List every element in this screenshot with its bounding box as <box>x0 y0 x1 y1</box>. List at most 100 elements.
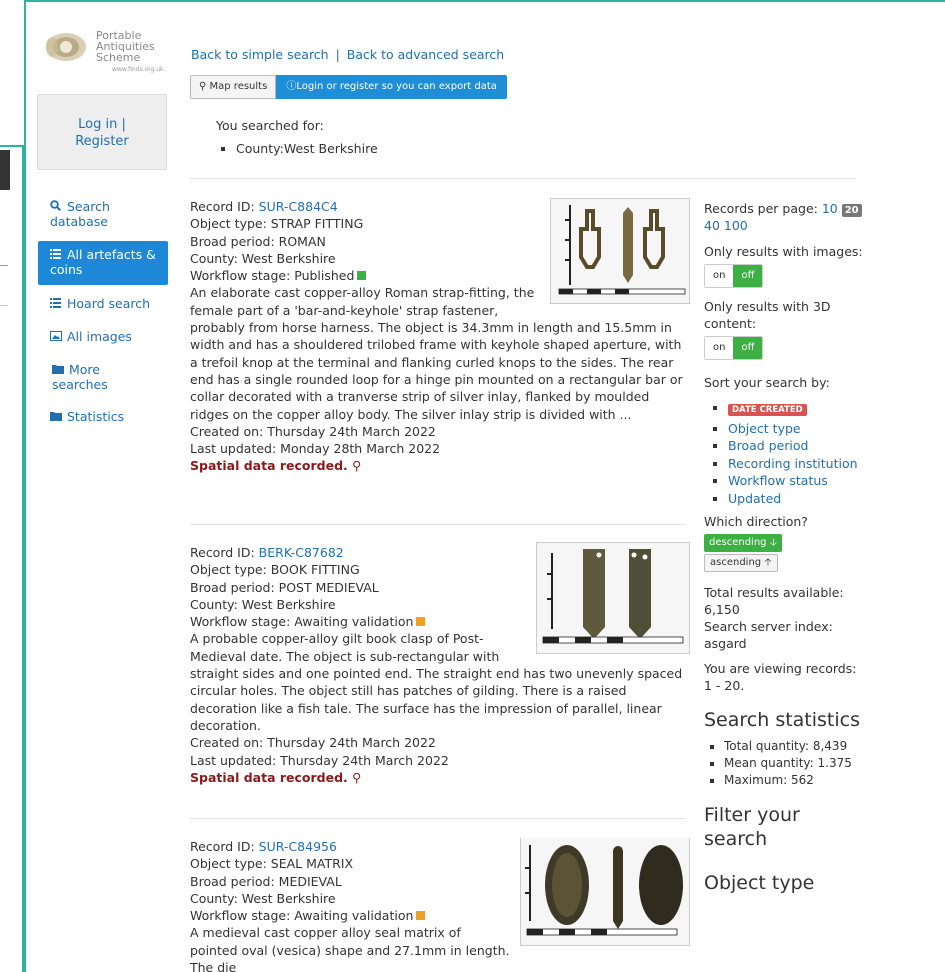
sort-option[interactable]: Broad period <box>728 438 808 453</box>
list-icon <box>50 298 63 312</box>
pas-logo[interactable]: Portable Antiquities Scheme www.finds.or… <box>40 30 166 74</box>
login-box: Log in | Register <box>37 94 167 170</box>
sidebar-item-label: All images <box>67 329 132 344</box>
divider <box>0 265 8 266</box>
folder-icon <box>50 411 63 425</box>
awaiting-validation-flag-icon <box>416 617 426 627</box>
sort-option-active[interactable]: DATE CREATED <box>728 404 807 416</box>
image-icon <box>50 331 63 345</box>
result-record: Record ID: BERK-C87682 Object type: BOOK… <box>190 542 690 786</box>
info-icon: ⓘ <box>286 81 297 92</box>
record-thumbnail-image[interactable] <box>536 542 690 654</box>
logo-text: Portable Antiquities Scheme <box>96 30 155 63</box>
record-id-label: Record ID: <box>190 199 255 214</box>
viewing-records-value: 1 - 20. <box>704 678 745 693</box>
direction-label: Which direction? <box>704 514 808 529</box>
only-3d-label: Only results with 3D content: <box>704 299 831 331</box>
descending-button[interactable]: descending 🡣 <box>704 534 782 552</box>
search-statistics-heading: Search statistics <box>704 709 861 731</box>
map-results-button[interactable]: ⚲ Map results <box>190 75 277 99</box>
published-flag-icon <box>357 271 367 281</box>
record-id-link[interactable]: SUR-C84956 <box>259 839 337 854</box>
sort-option[interactable]: Updated <box>728 491 781 506</box>
record-created-date: Created on: Thursday 24th March 2022 <box>190 735 436 751</box>
search-icon <box>50 200 63 215</box>
per-page-option[interactable]: 100 <box>724 218 748 233</box>
sort-option[interactable]: Recording institution <box>728 456 858 471</box>
arrow-up-icon: 🡡 <box>764 557 772 568</box>
object-type-filter-heading: Object type <box>704 872 815 894</box>
toggle-off[interactable]: off <box>733 337 763 359</box>
awaiting-validation-flag-icon <box>416 911 426 921</box>
result-record: Record ID: SUR-C884C4 Object type: STRAP… <box>190 198 690 475</box>
records-per-page: Records per page: 10 20 40 100 <box>704 200 864 234</box>
record-workflow-stage: Workflow stage: Published <box>190 268 355 284</box>
breadcrumb: Back to simple search | Back to advanced… <box>191 47 504 62</box>
map-marker-icon: ⚲ <box>352 458 362 474</box>
sidebar-item-all-images[interactable]: All images <box>38 324 168 351</box>
sidebar-item-search-database[interactable]: Search database <box>38 196 168 235</box>
record-thumbnail-image[interactable] <box>520 838 690 946</box>
record-id-link[interactable]: BERK-C87682 <box>259 545 344 560</box>
total-results-value: 6,150 <box>704 602 740 617</box>
logo-mark-icon <box>46 33 86 61</box>
sidebar-item-statistics[interactable]: Statistics <box>38 404 168 431</box>
record-updated-date: Last updated: Thursday 24th March 2022 <box>190 752 449 768</box>
search-summary-title: You searched for: <box>216 118 324 133</box>
export-login-label: Login or register so you can export data <box>296 81 497 92</box>
records-per-page-label: Records per page: <box>704 201 818 216</box>
result-record: Record ID: SUR-C84956 Object type: SEAL … <box>190 838 690 972</box>
sidebar-item-label: Hoard search <box>67 296 151 311</box>
sidebar-item-all-artefacts[interactable]: All artefacts & coins <box>38 241 168 285</box>
background-window-fragment <box>0 150 10 190</box>
search-index-label: Search server index: <box>704 619 833 634</box>
stat-item: Maximum: 562 <box>724 772 864 789</box>
login-link[interactable]: Log in <box>78 117 117 132</box>
result-actions: ⚲ Map results ⓘLogin or register so you … <box>190 75 507 99</box>
divider <box>190 818 686 819</box>
statistics-list: Total quantity: 8,439 Mean quantity: 1.3… <box>704 738 864 789</box>
sidebar-item-label: Statistics <box>67 409 125 424</box>
search-index-value: asgard <box>704 636 747 651</box>
record-workflow-stage: Workflow stage: Awaiting validation <box>190 908 414 924</box>
back-advanced-search-link[interactable]: Back to advanced search <box>347 47 504 62</box>
record-id-label: Record ID: <box>190 839 255 854</box>
record-updated-date: Last updated: Monday 28th March 2022 <box>190 441 441 457</box>
sidebar-item-more-searches[interactable]: More searches <box>38 357 168 398</box>
only-images-label: Only results with images: <box>704 244 863 259</box>
sort-option[interactable]: Object type <box>728 421 801 436</box>
only-3d-toggle[interactable]: on off <box>704 336 764 360</box>
toggle-off[interactable]: off <box>733 265 763 287</box>
stat-item: Total quantity: 8,439 <box>724 738 864 755</box>
total-results-label: Total results available: <box>704 585 844 600</box>
divider <box>0 305 8 306</box>
record-workflow-stage: Workflow stage: Awaiting validation <box>190 614 414 630</box>
back-simple-search-link[interactable]: Back to simple search <box>191 47 329 62</box>
ascending-label: ascending <box>710 557 762 568</box>
record-id-label: Record ID: <box>190 545 255 560</box>
record-thumbnail-image[interactable] <box>550 198 690 304</box>
per-page-current: 20 <box>841 204 862 217</box>
toggle-on[interactable]: on <box>705 337 733 359</box>
logo-line: Scheme <box>96 51 141 64</box>
per-page-option[interactable]: 10 <box>822 201 838 216</box>
search-summary: You searched for: County:West Berkshire <box>216 118 378 156</box>
only-images-toggle[interactable]: on off <box>704 264 764 288</box>
register-link[interactable]: Register <box>75 134 129 149</box>
record-id-link[interactable]: SUR-C884C4 <box>259 199 338 214</box>
arrow-down-icon: 🡣 <box>769 537 777 548</box>
per-page-option[interactable]: 40 <box>704 218 720 233</box>
logo-url: www.finds.org.uk <box>112 66 164 73</box>
results-sidebar: Records per page: 10 20 40 100 Only resu… <box>704 200 864 895</box>
sort-option[interactable]: Workflow status <box>728 473 828 488</box>
divider <box>190 524 686 525</box>
sidebar-nav: Search database All artefacts & coins Ho… <box>38 196 168 431</box>
folder-icon <box>52 364 65 378</box>
export-login-button[interactable]: ⓘLogin or register so you can export dat… <box>276 75 507 99</box>
toggle-on[interactable]: on <box>705 265 733 287</box>
stat-item: Mean quantity: 1.375 <box>724 755 864 772</box>
map-marker-icon: ⚲ <box>199 81 207 92</box>
breadcrumb-separator: | <box>335 47 340 62</box>
sidebar-item-hoard-search[interactable]: Hoard search <box>38 291 168 318</box>
ascending-button[interactable]: ascending 🡡 <box>704 554 778 572</box>
